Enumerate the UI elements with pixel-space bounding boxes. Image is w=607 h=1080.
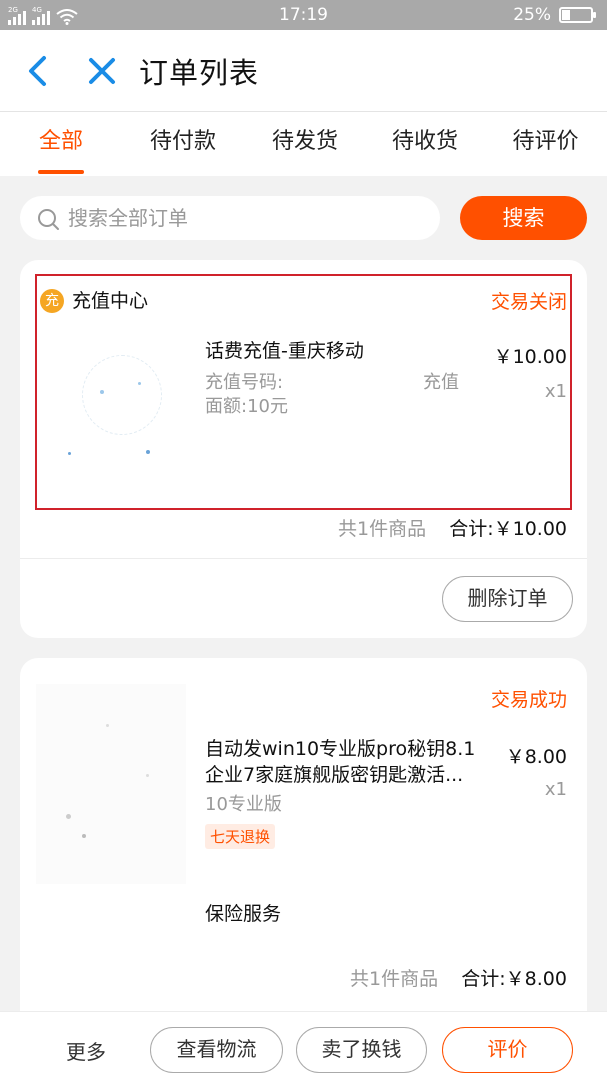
- tab-all[interactable]: 全部: [0, 112, 122, 176]
- product-name[interactable]: 话费充值-重庆移动: [205, 338, 364, 364]
- back-arrow-icon[interactable]: [20, 52, 56, 90]
- battery-percent: 25%: [513, 5, 551, 25]
- tab-pending-review[interactable]: 待评价: [484, 112, 607, 176]
- product-price: ￥8.00: [505, 746, 567, 768]
- order-total: 合计:￥10.00: [449, 518, 567, 540]
- order-total: 合计:￥8.00: [461, 968, 567, 990]
- item-count: 共1件商品: [338, 518, 427, 540]
- review-button[interactable]: 评价: [442, 1027, 573, 1073]
- header: 订单列表: [0, 30, 607, 112]
- order-actions: 更多 查看物流 卖了换钱 评价: [0, 1011, 607, 1080]
- tab-pending-receipt[interactable]: 待收货: [366, 112, 484, 176]
- shop-logo-icon: 充: [40, 289, 64, 313]
- page-title: 订单列表: [139, 56, 260, 90]
- product-name-line2[interactable]: 企业7家庭旗舰版密钥匙激活...: [205, 762, 463, 788]
- product-spec-label: 充值: [423, 372, 459, 393]
- status-bar: 2G 4G 17:19 25%: [0, 0, 607, 30]
- search-placeholder: 搜索全部订单: [68, 206, 188, 230]
- tab-pending-shipment[interactable]: 待发货: [244, 112, 366, 176]
- product-thumbnail[interactable]: [36, 684, 186, 884]
- product-quantity: x1: [544, 381, 567, 402]
- close-icon[interactable]: [84, 52, 120, 90]
- order-tabs: 全部 待付款 待发货 待收货 待评价: [0, 112, 607, 176]
- order-status: 交易成功: [490, 689, 567, 711]
- return-policy-badge: 七天退换: [205, 824, 276, 849]
- insurance-service[interactable]: 保险服务: [205, 901, 281, 927]
- resell-button[interactable]: 卖了换钱: [296, 1027, 427, 1073]
- product-thumbnail[interactable]: [50, 330, 190, 480]
- divider: [20, 558, 587, 559]
- product-name[interactable]: 自动发win10专业版pro秘钥8.1: [205, 736, 475, 762]
- product-spec-label: 充值号码:: [205, 372, 284, 393]
- search-icon: [38, 209, 59, 230]
- more-button[interactable]: 更多: [66, 1036, 106, 1065]
- view-logistics-button[interactable]: 查看物流: [150, 1027, 283, 1073]
- item-count: 共1件商品: [350, 968, 439, 990]
- product-spec-amount: 面额:10元: [205, 396, 288, 417]
- search-input[interactable]: 搜索全部订单: [20, 196, 440, 240]
- order-card[interactable]: 充 充值中心 交易关闭 话费充值-重庆移动 充值号码: 充值 面额:10元 ￥1…: [20, 260, 587, 638]
- product-quantity: x1: [544, 779, 567, 800]
- tab-pending-payment[interactable]: 待付款: [122, 112, 244, 176]
- order-status: 交易关闭: [490, 291, 567, 313]
- delete-order-button[interactable]: 删除订单: [442, 576, 573, 622]
- battery-group: 25%: [513, 5, 596, 25]
- product-spec: 10专业版: [205, 794, 282, 815]
- product-price: ￥10.00: [493, 346, 567, 368]
- battery-icon: [559, 7, 596, 23]
- search-button[interactable]: 搜索: [460, 196, 587, 240]
- shop-name[interactable]: 充值中心: [72, 286, 148, 313]
